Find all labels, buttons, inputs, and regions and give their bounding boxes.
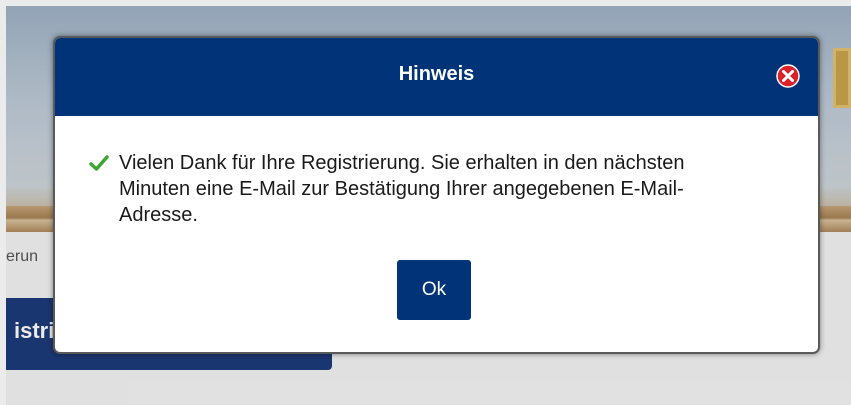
- close-icon[interactable]: [776, 64, 800, 88]
- notice-dialog: Hinweis Vielen Dank für Ihre Registrieru…: [53, 36, 820, 354]
- message-row: Vielen Dank für Ihre Registrierung. Sie …: [89, 150, 778, 228]
- dialog-body: Vielen Dank für Ihre Registrierung. Sie …: [55, 116, 818, 320]
- dialog-title: Hinweis: [398, 63, 475, 85]
- page: erun istri Hinweis Vielen Dank für Ihre …: [0, 0, 851, 405]
- ok-button[interactable]: Ok: [397, 260, 471, 320]
- dialog-header: Hinweis: [55, 38, 818, 116]
- dialog-message: Vielen Dank für Ihre Registrierung. Sie …: [119, 152, 685, 226]
- check-icon: [89, 153, 109, 173]
